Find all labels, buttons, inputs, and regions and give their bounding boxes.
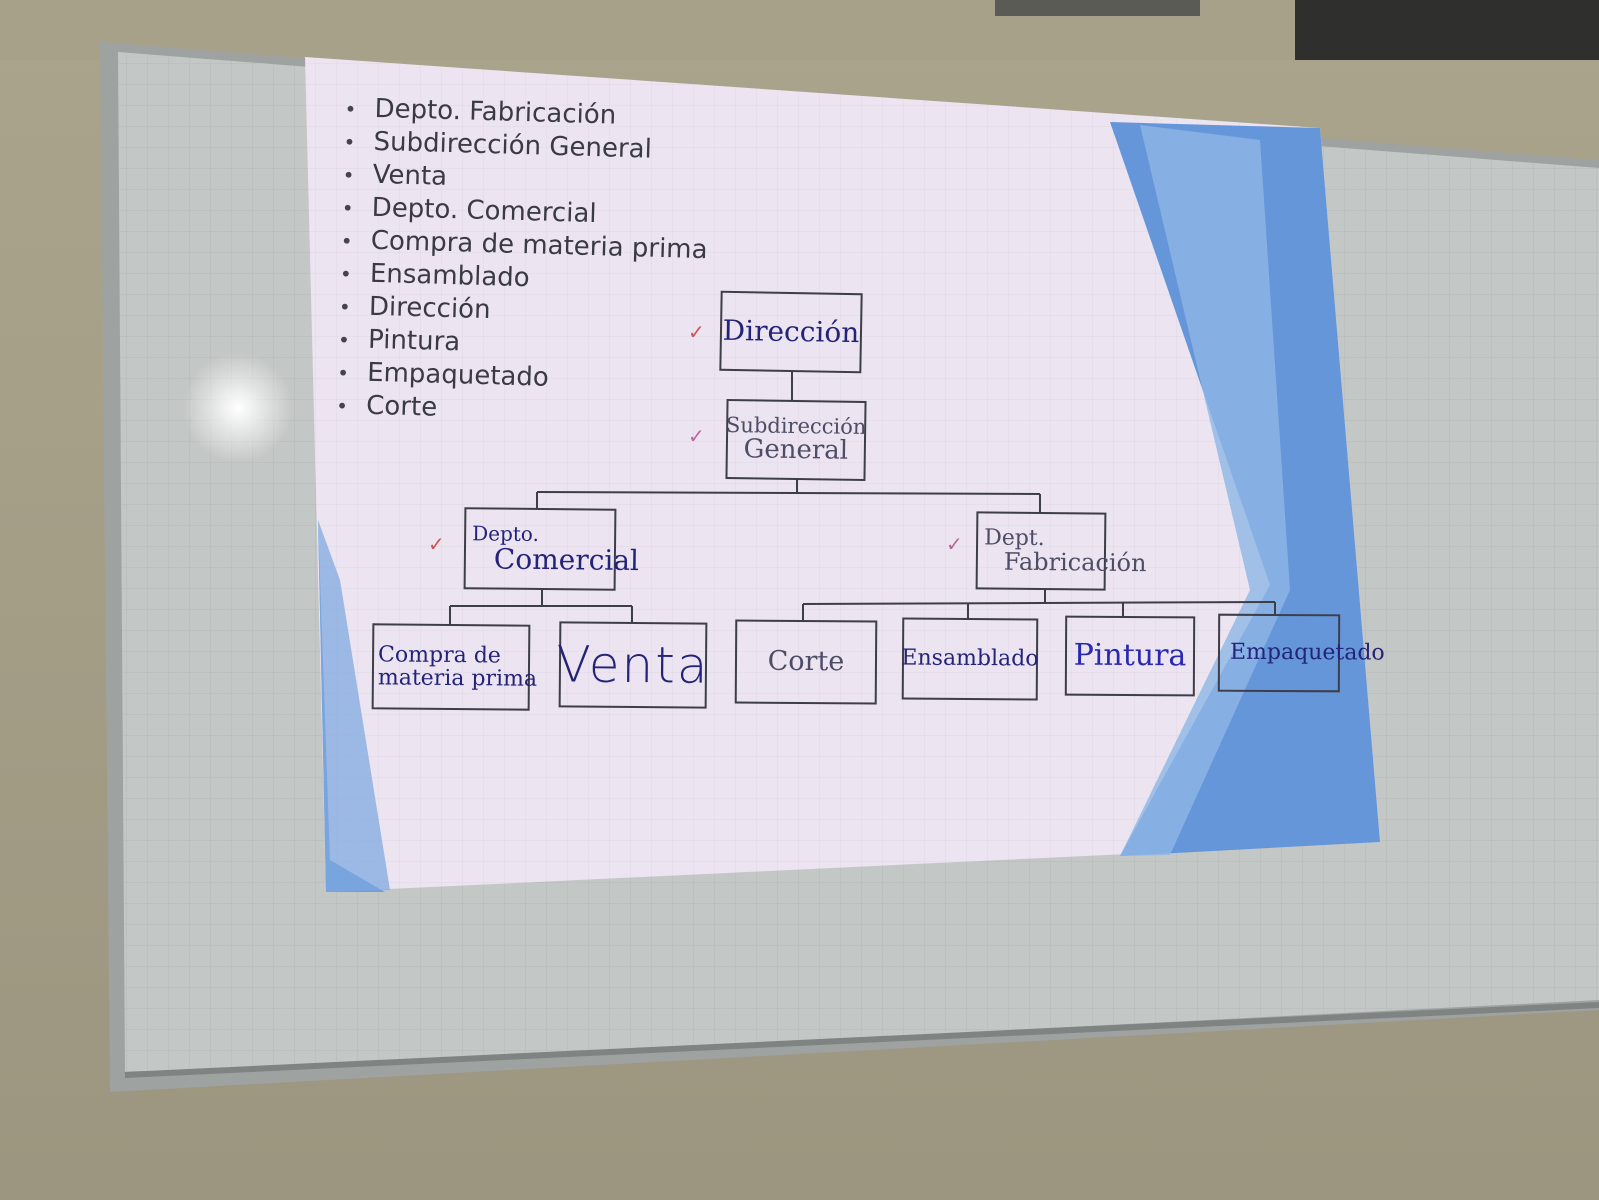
org-node-depto-fabricacion: Dept. Fabricación [975, 511, 1147, 591]
org-node-direccion: Dirección [719, 290, 863, 374]
org-node-empaquetado: Empaquetado [1217, 613, 1385, 693]
org-node-ensamblado: Ensamblado [901, 617, 1039, 701]
check-mark-icon: ✓ [688, 424, 705, 448]
org-chart-connectors [449, 372, 1276, 624]
org-node-depto-comercial: Depto. Comercial [463, 507, 639, 591]
check-mark-icon: ✓ [946, 532, 963, 556]
org-node-pintura: Pintura [1064, 615, 1196, 697]
org-node-venta: Venta [556, 621, 710, 709]
org-node-compra-materia-prima: Compra de materia prima [371, 623, 537, 711]
org-node-subdireccion: Subdirección General [725, 399, 867, 481]
check-mark-icon: ✓ [428, 532, 445, 556]
check-mark-icon: ✓ [688, 320, 705, 344]
org-node-corte: Corte [734, 619, 878, 705]
